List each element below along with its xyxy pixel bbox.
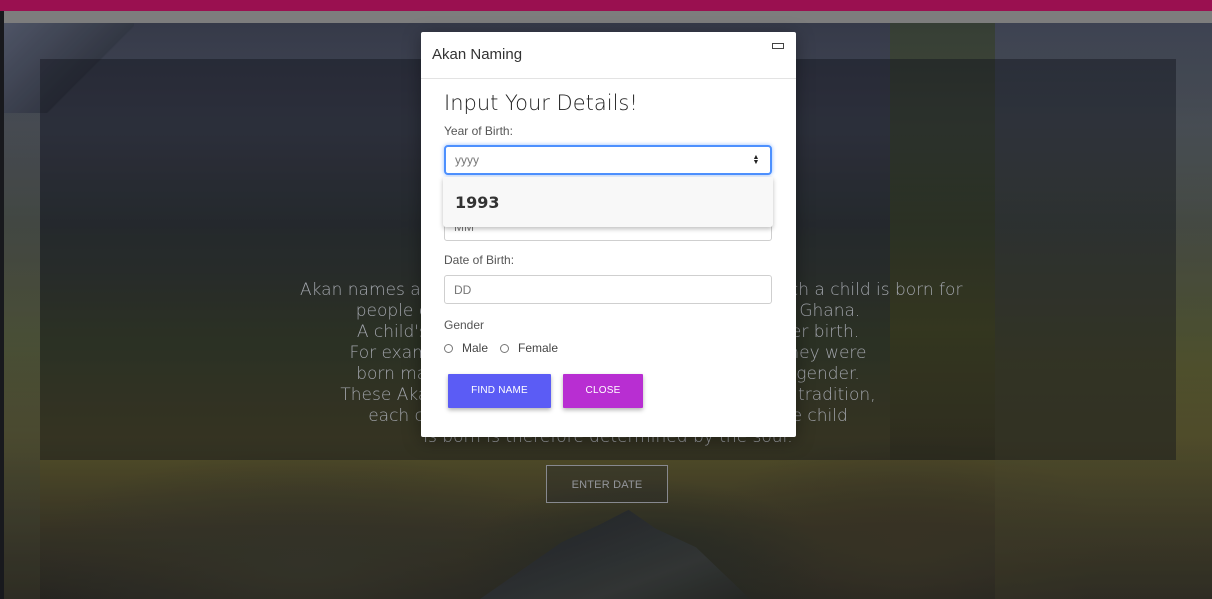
radio-female[interactable] — [500, 343, 509, 353]
year-input[interactable] — [444, 145, 772, 175]
minimize-icon[interactable] — [772, 43, 784, 49]
date-label: Date of Birth: — [444, 253, 515, 267]
modal-title: Akan Naming — [432, 46, 523, 63]
year-label: Year of Birth: — [444, 124, 513, 138]
gender-option-female[interactable]: Female — [500, 341, 558, 355]
find-name-button[interactable]: FIND NAME — [448, 374, 551, 408]
close-button[interactable]: CLOSE — [563, 374, 643, 408]
gender-option-male[interactable]: Male — [444, 341, 488, 355]
gender-label: Gender — [444, 318, 485, 332]
date-input[interactable] — [444, 275, 772, 304]
radio-male[interactable] — [444, 343, 453, 353]
modal-header: Akan Naming — [421, 32, 796, 79]
akan-naming-modal: Akan Naming Input Your Details! Year of … — [421, 32, 796, 437]
autocomplete-suggestion[interactable]: 1993 — [455, 193, 500, 212]
form-heading: Input Your Details! — [444, 91, 638, 115]
number-spinner-icon[interactable]: ▲ ▼ — [752, 154, 760, 166]
female-label: Female — [518, 341, 559, 355]
male-label: Male — [462, 341, 489, 355]
autocomplete-dropdown: 1993 — [443, 177, 773, 227]
